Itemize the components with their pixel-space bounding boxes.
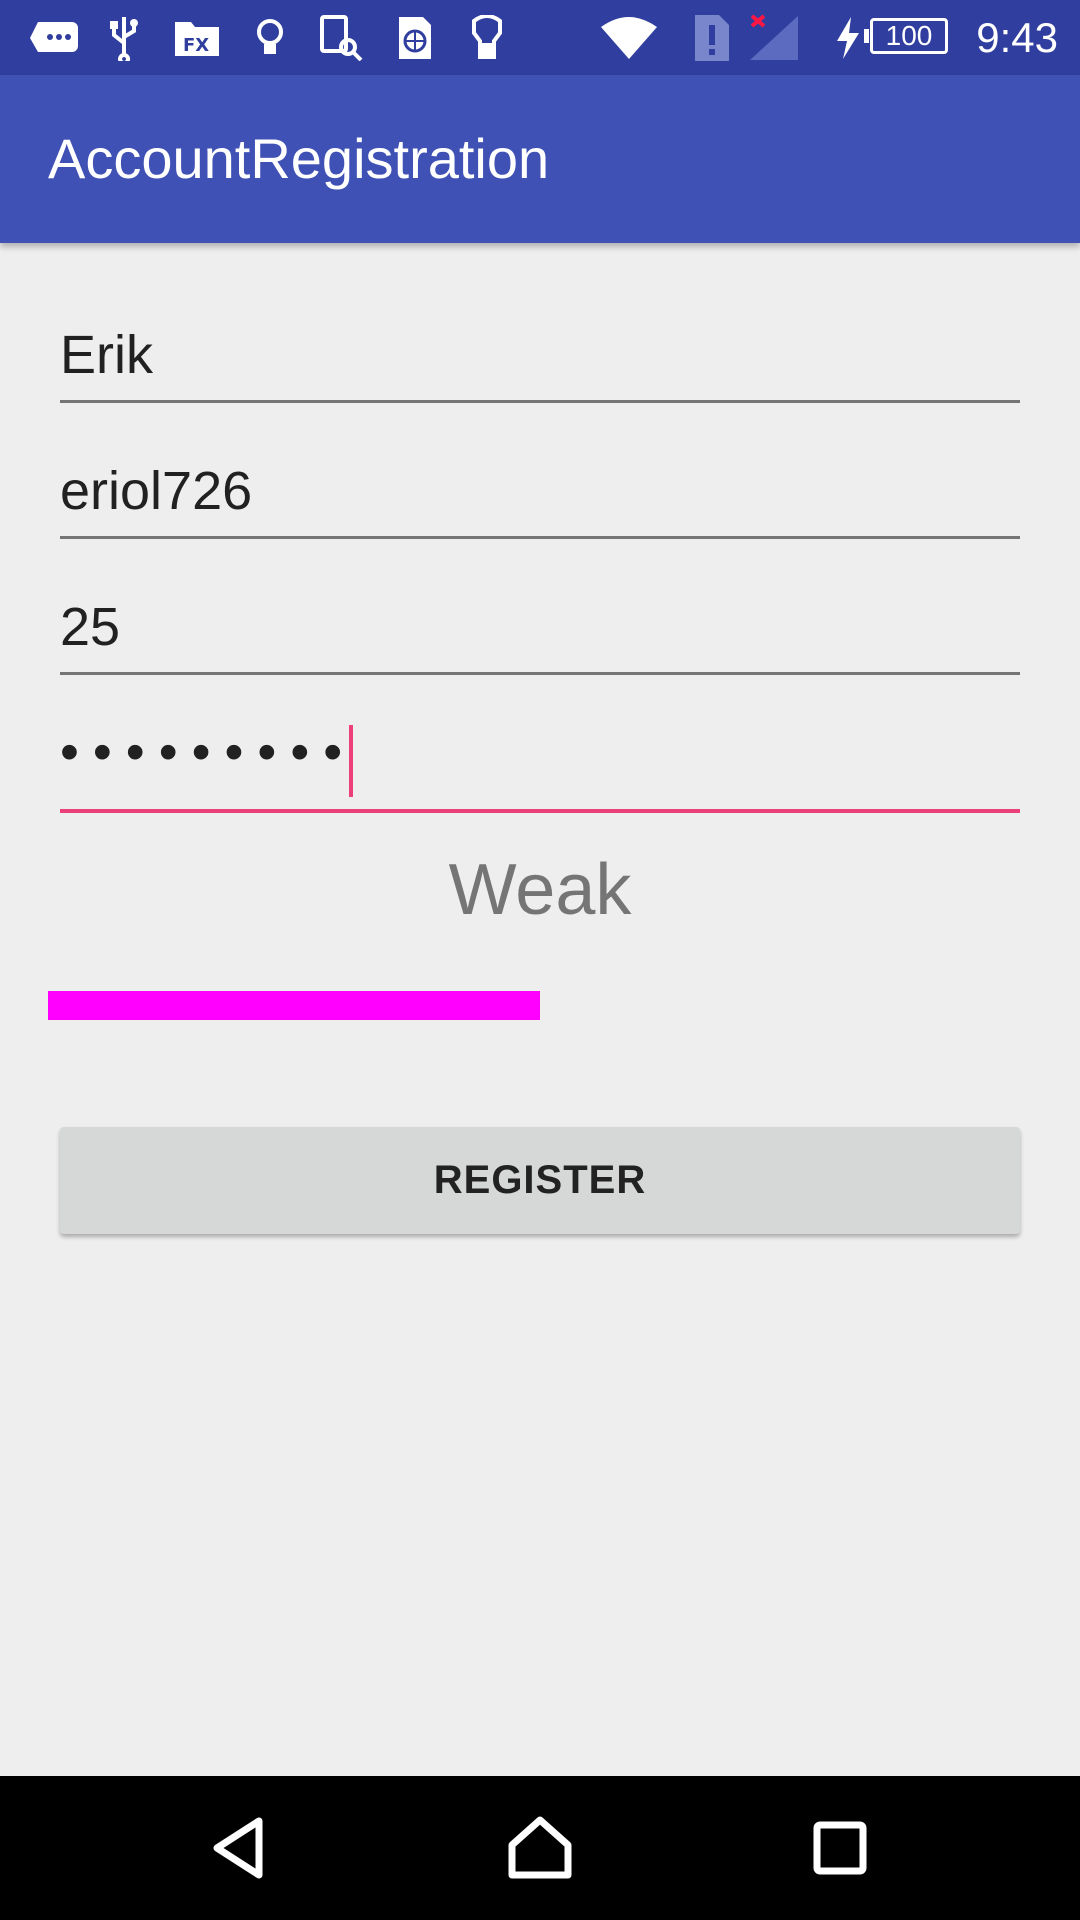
signal-no-service-icon bbox=[748, 14, 800, 62]
password-value: ••••••••• bbox=[60, 722, 357, 782]
password-strength-fill bbox=[48, 991, 540, 1020]
age-value: 25 bbox=[60, 597, 121, 657]
wifi-icon bbox=[598, 14, 660, 62]
flashlight-icon bbox=[468, 14, 506, 62]
clock: 9:43 bbox=[976, 14, 1058, 61]
status-bar: FX 100 9:43 bbox=[0, 0, 1080, 75]
username-value: eriol726 bbox=[60, 461, 253, 521]
first-name-field[interactable]: Erik bbox=[60, 313, 1020, 403]
usb-icon bbox=[106, 14, 142, 62]
message-icon bbox=[28, 14, 80, 62]
password-strength-label: Weak bbox=[448, 850, 632, 930]
register-button[interactable]: REGISTER bbox=[60, 1127, 1020, 1234]
password-field[interactable]: ••••••••• bbox=[60, 722, 1020, 813]
svg-text:FX: FX bbox=[183, 35, 209, 56]
navigation-bar bbox=[0, 1776, 1080, 1920]
bulb-icon bbox=[252, 14, 288, 62]
battery-indicator: 100 bbox=[864, 18, 948, 54]
app-bar: AccountRegistration bbox=[0, 75, 1080, 243]
back-icon[interactable] bbox=[190, 1798, 290, 1898]
charging-icon bbox=[834, 14, 862, 62]
app-title: AccountRegistration bbox=[48, 127, 550, 190]
sim-globe-icon bbox=[396, 14, 434, 62]
file-icon: FX bbox=[172, 14, 222, 62]
password-strength-bar bbox=[48, 991, 1032, 1020]
age-field[interactable]: 25 bbox=[60, 585, 1020, 675]
first-name-value: Erik bbox=[60, 325, 153, 385]
sim-alert-icon bbox=[692, 14, 732, 62]
tablet-search-icon bbox=[320, 14, 364, 62]
username-field[interactable]: eriol726 bbox=[60, 449, 1020, 539]
text-cursor bbox=[349, 725, 353, 797]
home-icon[interactable] bbox=[490, 1798, 590, 1898]
recents-icon[interactable] bbox=[790, 1798, 890, 1898]
